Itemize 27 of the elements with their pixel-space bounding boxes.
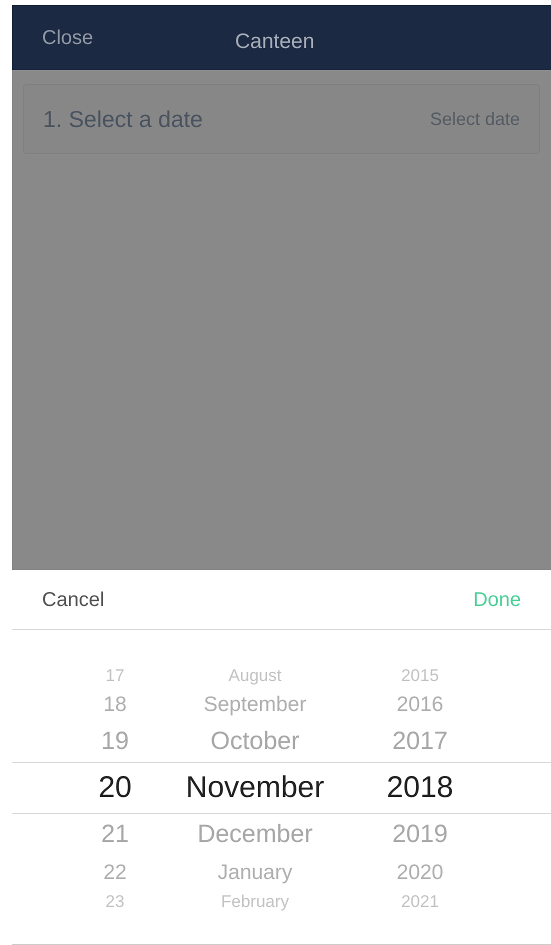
day-option[interactable]: 19 bbox=[101, 729, 129, 754]
cancel-button[interactable]: Cancel bbox=[42, 584, 104, 614]
month-option[interactable]: October bbox=[210, 729, 300, 754]
month-option[interactable]: February bbox=[220, 892, 290, 910]
month-option[interactable]: November bbox=[186, 773, 324, 803]
year-option[interactable]: 2015 bbox=[401, 666, 439, 684]
month-option[interactable]: September bbox=[204, 694, 306, 714]
day-option[interactable]: 22 bbox=[103, 862, 127, 882]
day-option[interactable]: 23 bbox=[106, 892, 124, 910]
year-option[interactable]: 2018 bbox=[386, 773, 454, 803]
year-option[interactable]: 2019 bbox=[392, 822, 448, 847]
year-option[interactable]: 2021 bbox=[401, 892, 439, 910]
window-title: Canteen bbox=[235, 29, 314, 55]
month-option[interactable]: January bbox=[218, 862, 292, 882]
year-option[interactable]: 2016 bbox=[396, 694, 444, 714]
selected-row[interactable]: 20 November 2018 bbox=[12, 762, 551, 814]
done-button[interactable]: Done bbox=[473, 584, 521, 614]
month-option[interactable]: December bbox=[197, 822, 313, 847]
day-option[interactable]: 20 bbox=[98, 773, 132, 803]
month-option[interactable]: August bbox=[228, 666, 282, 684]
day-option[interactable]: 17 bbox=[106, 666, 124, 684]
step-label: 1. Select a date bbox=[43, 104, 203, 134]
day-option[interactable]: 21 bbox=[101, 822, 129, 847]
day-option[interactable]: 18 bbox=[103, 694, 127, 714]
year-option[interactable]: 2017 bbox=[392, 729, 448, 754]
close-button[interactable]: Close bbox=[42, 22, 94, 52]
year-option[interactable]: 2020 bbox=[396, 862, 444, 882]
